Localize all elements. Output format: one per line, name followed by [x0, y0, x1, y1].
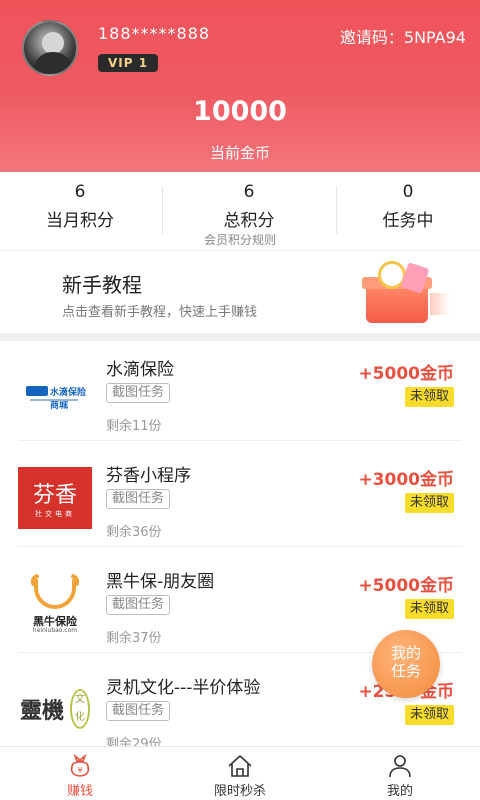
my-tasks-float-button[interactable]: 我的 任务 [372, 630, 440, 698]
invite-code[interactable]: 邀请码：5NPA94 [340, 24, 466, 48]
task-name: 芬香小程序 [106, 466, 191, 486]
nav-label: 赚钱 [66, 784, 93, 799]
tutorial-banner[interactable]: 新手教程 点击查看新手教程，快速上手赚钱 [0, 251, 480, 333]
stat-value: 6 [74, 182, 86, 202]
task-name: 黑牛保-朋友圈 [106, 572, 215, 592]
stat-total-points[interactable]: 6 总积分 [169, 182, 329, 231]
claim-status-button[interactable]: 未领取 [404, 493, 454, 513]
money-bag-icon: ¥ [70, 753, 90, 777]
claim-status-button[interactable]: 未领取 [404, 705, 454, 725]
task-type-tag: 截图任务 [106, 489, 171, 509]
nav-label: 限时秒杀 [213, 784, 266, 799]
stat-label: 任务中 [382, 211, 434, 231]
stat-label: 总积分 [223, 211, 275, 231]
task-name: 灵机文化---半价体验 [106, 678, 261, 698]
user-header: 188*****888 VIP 1 邀请码：5NPA94 10000 当前金币 [0, 0, 480, 172]
float-button-line2: 任务 [390, 662, 421, 680]
phone-number: 188*****888 [98, 24, 211, 43]
task-remaining: 剩余11份 [106, 419, 162, 434]
divider [18, 546, 462, 547]
gift-box-icon [360, 259, 450, 331]
avatar-body [34, 52, 72, 74]
task-remaining: 剩余36份 [106, 525, 162, 540]
stat-monthly-points[interactable]: 6 当月积分 [0, 182, 160, 231]
divider [162, 186, 163, 234]
vip-badge: VIP 1 [98, 54, 159, 72]
float-button-line1: 我的 [390, 644, 421, 662]
lingji-logo: 靈機 文化 [18, 679, 92, 741]
task-item[interactable]: 芬香 社交电商 芬香小程序 截图任务 剩余36份 +3000金币 未领取 [0, 447, 480, 553]
stat-tasks-in-progress[interactable]: 0 任务中 [328, 182, 480, 231]
task-reward: +5000金币 [358, 364, 454, 384]
member-points-rules-link[interactable]: 会员积分规则 [0, 231, 480, 248]
avatar[interactable] [22, 20, 78, 76]
nav-label: 我的 [386, 784, 413, 799]
coins-balance: 10000 [193, 96, 287, 127]
avatar-head [42, 32, 64, 54]
user-icon [389, 755, 411, 778]
claim-status-button[interactable]: 未领取 [404, 599, 454, 619]
task-reward: +5000金币 [358, 576, 454, 596]
divider [18, 440, 462, 441]
fenxiang-logo: 芬香 社交电商 [18, 467, 92, 529]
tutorial-subtitle: 点击查看新手教程，快速上手赚钱 [62, 305, 258, 320]
nav-mine[interactable]: 我的 [320, 747, 480, 800]
home-icon [228, 755, 252, 777]
section-gap [0, 333, 480, 341]
task-type-tag: 截图任务 [106, 595, 171, 615]
task-reward: +3000金币 [358, 470, 454, 490]
task-name: 水滴保险 [106, 360, 174, 380]
task-item[interactable]: 水滴保险商城 水滴保险 截图任务 剩余11份 +5000金币 未领取 [0, 341, 480, 447]
task-type-tag: 截图任务 [106, 383, 171, 403]
claim-status-button[interactable]: 未领取 [404, 387, 454, 407]
stat-value: 0 [402, 182, 414, 202]
task-type-tag: 截图任务 [106, 701, 171, 721]
shuidi-logo: 水滴保险商城 [18, 361, 92, 423]
stat-label: 当月积分 [46, 211, 114, 231]
task-remaining: 剩余37份 [106, 631, 162, 646]
nav-earn[interactable]: ¥ 赚钱 [0, 747, 160, 800]
page: 188*****888 VIP 1 邀请码：5NPA94 10000 当前金币 … [0, 0, 480, 800]
tutorial-title: 新手教程 [62, 273, 142, 297]
coins-label: 当前金币 [209, 144, 270, 162]
stat-value: 6 [243, 182, 255, 202]
svg-text:¥: ¥ [77, 766, 82, 775]
heiniu-logo: 黑牛保险 heiniubao.com [18, 573, 92, 635]
nav-flash-sale[interactable]: 限时秒杀 [160, 747, 320, 800]
bottom-nav: ¥ 赚钱 限时秒杀 我的 [0, 746, 480, 800]
